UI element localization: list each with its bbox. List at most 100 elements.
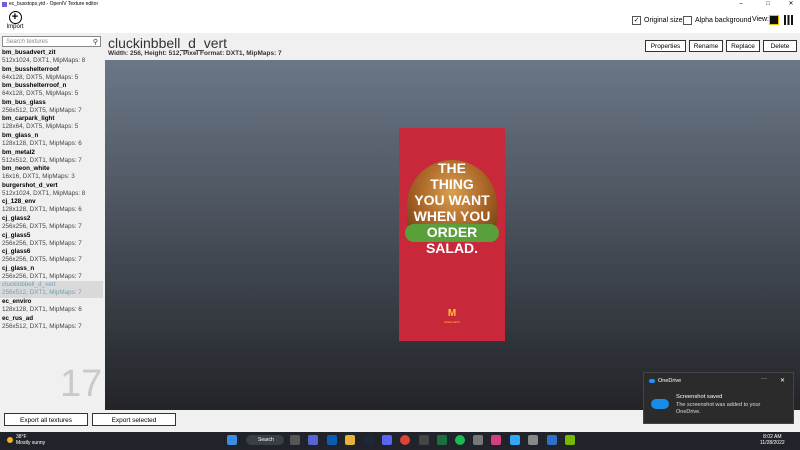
photos-icon[interactable] <box>491 435 501 445</box>
texture-image: THE THING YOU WANT WHEN YOU ORDER SALAD.… <box>399 128 505 341</box>
view-label: View: <box>752 16 769 23</box>
texture-info: 256x256, DXT5, MipMaps: 7 <box>2 239 82 247</box>
texture-name: ec_enviro <box>2 297 32 305</box>
search-icon[interactable]: ⚲ <box>93 37 98 48</box>
onedrive-notification[interactable]: OneDrive ··· ✕ Screenshot saved The scre… <box>643 372 794 424</box>
texture-list-item[interactable]: bm_glass_n 128x128, DXT1, MipMaps: 6 <box>0 132 103 149</box>
original-size-label: Original size <box>644 17 683 24</box>
properties-button[interactable]: Properties <box>645 40 686 52</box>
notification-body: The screenshot was added to your OneDriv… <box>676 402 761 415</box>
texture-info: 64x128, DXT5, MipMaps: 5 <box>2 73 79 81</box>
excel-icon[interactable] <box>437 435 447 445</box>
brand-text: McDonald's <box>444 320 460 324</box>
texture-name: cj_glass2 <box>2 214 31 222</box>
minimize-button[interactable]: – <box>732 0 750 9</box>
search-input[interactable]: Search textures ⚲ <box>2 36 101 47</box>
texture-list-item[interactable]: bm_busshelterroof_n 64x128, DXT5, MipMaps… <box>0 82 103 99</box>
rename-button[interactable]: Rename <box>689 40 723 52</box>
texture-list-item[interactable]: bm_busshelterroof 64x128, DXT5, MipMaps: … <box>0 66 103 83</box>
settings-icon[interactable] <box>528 435 538 445</box>
texture-info: 256x512, DXT5, MipMaps: 7 <box>2 106 82 114</box>
texture-name: bm_busshelterroof <box>2 65 60 73</box>
poster-text: THE THING YOU WANT WHEN YOU ORDER SALAD. <box>413 160 491 256</box>
teams-icon[interactable] <box>308 435 318 445</box>
edge-icon[interactable] <box>327 435 337 445</box>
app-icon-blue[interactable] <box>547 435 557 445</box>
export-selected-button[interactable]: Export selected <box>92 413 176 426</box>
view-grid-icon[interactable] <box>784 15 794 25</box>
texture-list-item[interactable]: bm_bus_glass 256x512, DXT5, MipMaps: 7 <box>0 99 103 116</box>
window-title: ec_busstops.ytd - OpenIV Texture editor <box>9 1 99 7</box>
onedrive-cloud-icon <box>651 399 669 409</box>
texture-name: bm_busshelterroof_n <box>2 82 67 90</box>
start-icon[interactable] <box>227 435 237 445</box>
openiv-icon[interactable] <box>473 435 483 445</box>
close-button[interactable]: ✕ <box>782 0 800 9</box>
golden-arches-logo: M <box>447 308 457 319</box>
view-single-icon[interactable] <box>769 15 779 25</box>
system-clock[interactable]: 8:02 AM 11/28/2022 <box>760 434 785 446</box>
file-explorer-icon[interactable] <box>345 435 355 445</box>
texture-name: cj_glass5 <box>2 231 31 239</box>
texture-details: Width: 256, Height: 512, Pixel Format: D… <box>108 50 282 57</box>
import-button[interactable]: + Import <box>5 11 25 30</box>
texture-info: 128x128, DXT1, MipMaps: 6 <box>2 206 82 214</box>
texture-name: bm_busadvert_zit <box>2 49 56 56</box>
delete-button[interactable]: Delete <box>763 40 797 52</box>
texture-list-item[interactable]: cj_glass5 256x256, DXT5, MipMaps: 7 <box>0 232 103 249</box>
texture-name: cj_128_env <box>2 198 36 206</box>
alpha-background-checkbox[interactable]: Alpha background <box>683 16 751 25</box>
texture-info: 512x512, DXT1, MipMaps: 7 <box>2 156 82 164</box>
texture-list-item[interactable]: bm_carpark_light 128x64, DXT5, MipMaps: 5 <box>0 115 103 132</box>
more-options-icon[interactable]: ··· <box>761 376 767 382</box>
texture-list-item[interactable]: cj_glass2 256x256, DXT5, MipMaps: 7 <box>0 215 103 232</box>
spotify-icon[interactable] <box>455 435 465 445</box>
texture-list-item[interactable]: burgershot_d_vert 512x1024, DXT1, MipMaps… <box>0 182 103 199</box>
texture-info: 256x512, DXT1, MipMaps: 7 <box>2 289 82 297</box>
texture-name: ec_rus_ad <box>2 314 34 322</box>
texture-count: 17 <box>60 363 103 405</box>
sun-icon <box>7 437 13 443</box>
steam-icon[interactable] <box>364 435 374 445</box>
photoshop-icon[interactable] <box>510 435 520 445</box>
texture-info: 16x16, DXT1, MipMaps: 3 <box>2 173 75 181</box>
taskbar-search[interactable]: Search <box>246 435 284 445</box>
texture-list-item[interactable]: ec_rus_ad 256x512, DXT1, MipMaps: 7 <box>0 315 103 332</box>
replace-button[interactable]: Replace <box>726 40 760 52</box>
chrome-icon[interactable] <box>400 435 410 445</box>
checkmark-icon: ✓ <box>632 16 641 25</box>
texture-info: 64x128, DXT5, MipMaps: 5 <box>2 90 79 98</box>
texture-name: cluckinbbell_d_vert <box>2 281 56 289</box>
import-label: Import <box>6 24 24 30</box>
nvidia-icon[interactable] <box>565 435 575 445</box>
texture-list: bm_busadvert_zit 512x1024, DXT1, MipMaps:… <box>0 49 103 331</box>
texture-info: 512x1024, DXT1, MipMaps: 8 <box>2 57 86 64</box>
app-icon <box>2 2 7 7</box>
original-size-checkbox[interactable]: ✓ Original size <box>632 16 683 25</box>
texture-list-item[interactable]: bm_busadvert_zit 512x1024, DXT1, MipMaps:… <box>0 49 103 66</box>
texture-name: bm_glass_n <box>2 131 39 139</box>
task-view-icon[interactable] <box>290 435 300 445</box>
texture-list-item[interactable]: cj_glass_n 256x256, DXT1, MipMaps: 7 <box>0 265 103 282</box>
texture-info: 128x128, DXT1, MipMaps: 6 <box>2 305 82 313</box>
maximize-button[interactable]: □ <box>759 0 777 9</box>
texture-title: cluckinbbell_d_vert <box>108 35 228 51</box>
texture-name: cj_glass6 <box>2 248 31 256</box>
texture-list-item[interactable]: bm_neon_white 16x16, DXT1, MipMaps: 3 <box>0 165 103 182</box>
texture-list-item[interactable]: cj_glass6 256x256, DXT5, MipMaps: 7 <box>0 248 103 265</box>
texture-list-item[interactable]: bm_metal2 512x512, DXT1, MipMaps: 7 <box>0 149 103 166</box>
texture-list-item[interactable]: ec_enviro 128x128, DXT1, MipMaps: 6 <box>0 298 103 315</box>
weather-widget[interactable]: 38°F Mostly sunny <box>7 434 45 446</box>
texture-name: bm_metal2 <box>2 148 35 156</box>
texture-list-item[interactable]: cluckinbbell_d_vert 256x512, DXT1, MipMap… <box>0 281 103 298</box>
discord-icon[interactable] <box>382 435 392 445</box>
texture-info: 128x64, DXT5, MipMaps: 5 <box>2 123 79 131</box>
export-all-button[interactable]: Export all textures <box>4 413 88 426</box>
texture-info: 128x128, DXT1, MipMaps: 6 <box>2 139 82 147</box>
app-icon-grid[interactable] <box>419 435 429 445</box>
texture-list-item[interactable]: cj_128_env 128x128, DXT1, MipMaps: 6 <box>0 198 103 215</box>
notification-app-name: OneDrive <box>658 378 682 384</box>
texture-info: 256x256, DXT5, MipMaps: 7 <box>2 222 82 230</box>
close-notification-button[interactable]: ✕ <box>780 377 785 384</box>
texture-info: 256x256, DXT1, MipMaps: 7 <box>2 272 82 280</box>
